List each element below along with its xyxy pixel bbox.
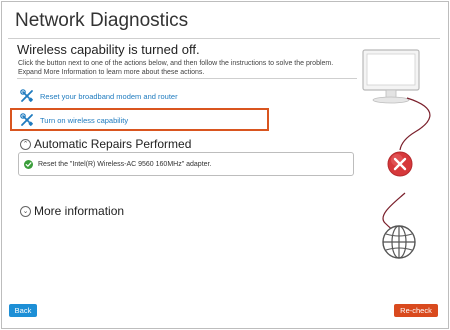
wrench-icon	[20, 89, 34, 103]
description-line: Expand More Information to learn more ab…	[18, 69, 205, 76]
wrench-icon	[20, 113, 34, 127]
description-line: Click the button next to one of the acti…	[18, 60, 334, 67]
action-label: Reset your broadband modem and router	[40, 91, 178, 101]
action-label: Turn on wireless capability	[40, 115, 129, 125]
chevron-up-icon: ⌃	[20, 138, 31, 150]
more-info-toggle[interactable]: ⌄ More information	[20, 204, 124, 218]
recheck-button[interactable]: Re-check	[394, 304, 438, 317]
more-info-title: More information	[34, 204, 125, 218]
back-button[interactable]: Back	[9, 304, 37, 317]
repairs-section-toggle[interactable]: ⌃ Automatic Repairs Performed	[20, 137, 191, 151]
globe-icon	[382, 225, 416, 259]
repair-text: Reset the "Intel(R) Wireless-AC 9560 160…	[38, 160, 212, 168]
title-divider	[8, 38, 440, 39]
problem-description: Click the button next to one of the acti…	[18, 59, 363, 77]
chevron-down-icon: ⌄	[20, 205, 31, 217]
repair-item: Reset the "Intel(R) Wireless-AC 9560 160…	[18, 152, 354, 176]
description-divider	[17, 78, 357, 79]
error-x-icon	[387, 151, 413, 177]
computer-monitor-icon	[362, 49, 420, 104]
problem-heading: Wireless capability is turned off.	[17, 42, 200, 57]
repairs-title: Automatic Repairs Performed	[34, 137, 192, 151]
action-turn-on-wireless[interactable]: Turn on wireless capability	[20, 113, 128, 127]
page-title: Network Diagnostics	[15, 10, 189, 31]
action-reset-modem[interactable]: Reset your broadband modem and router	[20, 89, 178, 103]
network-diagram	[355, 40, 445, 270]
check-circle-icon	[24, 159, 33, 169]
